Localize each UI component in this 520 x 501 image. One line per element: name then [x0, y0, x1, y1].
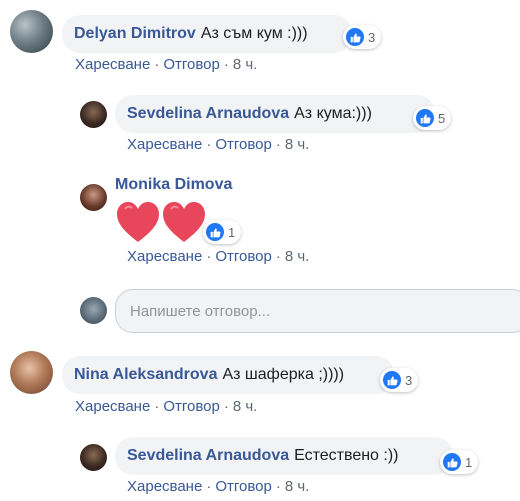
reaction-number: 5 — [438, 110, 446, 126]
timestamp[interactable]: 8 ч. — [233, 398, 258, 415]
comment-author[interactable]: Delyan Dimitrov — [74, 25, 196, 43]
thumbs-up-icon — [383, 371, 401, 389]
comment-bubble: Nina Aleksandrova Аз шаферка ;)))) — [62, 356, 394, 394]
reaction-count[interactable]: 1 — [203, 220, 242, 244]
thumbs-up-icon — [443, 453, 461, 471]
avatar[interactable] — [80, 101, 107, 128]
like-link[interactable]: Харесване — [127, 136, 202, 153]
comment-author[interactable]: Sevdelina Arnaudova — [127, 447, 289, 465]
avatar[interactable] — [80, 184, 107, 211]
like-link[interactable]: Харесване — [75, 398, 150, 415]
like-link[interactable]: Харесване — [127, 478, 202, 495]
reply-link[interactable]: Отговор — [215, 478, 272, 495]
thumbs-up-icon — [346, 28, 364, 46]
reply-link[interactable]: Отговор — [163, 398, 220, 415]
timestamp[interactable]: 8 ч. — [285, 478, 310, 495]
comment-bubble: Sevdelina Arnaudova Аз кума:))) — [115, 95, 435, 133]
reply-link[interactable]: Отговор — [163, 56, 220, 73]
reaction-number: 1 — [228, 224, 236, 240]
comment-actions: Харесване · Отговор · 8 ч. — [127, 478, 310, 495]
reply-link[interactable]: Отговор — [215, 136, 272, 153]
reaction-number: 3 — [368, 29, 376, 45]
like-link[interactable]: Харесване — [127, 248, 202, 265]
avatar — [80, 297, 107, 324]
avatar[interactable] — [10, 351, 53, 394]
comment-bubble: Sevdelina Arnaudova Естествено :)) — [115, 437, 453, 475]
reaction-number: 3 — [405, 372, 413, 388]
reaction-number: 1 — [465, 454, 473, 470]
timestamp[interactable]: 8 ч. — [233, 56, 258, 73]
avatar[interactable] — [80, 444, 107, 471]
reaction-count[interactable]: 3 — [380, 368, 419, 392]
comment-text: Естествено :)) — [294, 447, 399, 464]
comment-actions: Харесване · Отговор · 8 ч. — [75, 398, 258, 415]
comment-text: Аз шаферка ;)))) — [222, 366, 345, 383]
comment-author[interactable]: Monika Dimova — [115, 176, 232, 194]
like-link[interactable]: Харесване — [75, 56, 150, 73]
thumbs-up-icon — [206, 223, 224, 241]
reaction-count[interactable]: 5 — [413, 106, 452, 130]
timestamp[interactable]: 8 ч. — [285, 248, 310, 265]
comment-actions: Харесване · Отговор · 8 ч. — [75, 56, 258, 73]
reaction-count[interactable]: 3 — [343, 25, 382, 49]
thumbs-up-icon — [416, 109, 434, 127]
avatar[interactable] — [10, 10, 53, 53]
reply-input[interactable]: Напишете отговор... — [115, 289, 520, 333]
comment-actions: Харесване · Отговор · 8 ч. — [127, 248, 310, 265]
reply-placeholder: Напишете отговор... — [130, 302, 271, 320]
timestamp[interactable]: 8 ч. — [285, 136, 310, 153]
comment-text: Аз съм кум :))) — [200, 25, 308, 42]
reaction-count[interactable]: 1 — [440, 450, 479, 474]
comment-actions: Харесване · Отговор · 8 ч. — [127, 136, 310, 153]
reply-link[interactable]: Отговор — [215, 248, 272, 265]
comment-author[interactable]: Sevdelina Arnaudova — [127, 105, 289, 123]
comment-author[interactable]: Nina Aleksandrova — [74, 366, 217, 384]
comment-text: Аз кума:))) — [294, 105, 372, 122]
hearts-emoji — [117, 202, 205, 242]
comment-bubble: Delyan Dimitrov Аз съм кум :))) — [62, 15, 352, 53]
